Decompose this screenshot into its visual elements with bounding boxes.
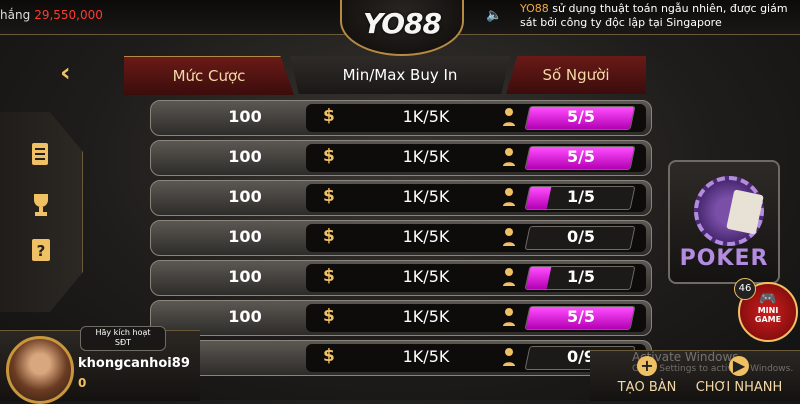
svg-text:?: ?	[37, 242, 46, 260]
person-icon	[503, 348, 515, 366]
activate-line-2: SĐT	[114, 338, 132, 347]
buyin-value: 1K/5K	[402, 187, 450, 206]
table-row[interactable]: 100 $1K/5K 1/5	[150, 180, 652, 216]
table-row[interactable]: 100 $1K/5K 5/5	[150, 140, 652, 176]
person-icon	[503, 308, 515, 326]
bet-value: 100	[228, 187, 262, 206]
trophy-icon[interactable]	[28, 192, 54, 220]
bet-value: 100	[228, 147, 262, 166]
notice-brand: YO88	[520, 2, 549, 15]
bet-value: 100	[228, 307, 262, 326]
quick-play-label: CHƠI NHANH	[695, 380, 783, 395]
players-count: 5/5	[566, 147, 596, 166]
dollar-icon: $	[323, 186, 335, 206]
create-table-button[interactable]: + TẠO BÀN	[612, 356, 682, 395]
document-icon[interactable]	[28, 142, 54, 170]
table-row[interactable]: $1K/5K 0/9	[150, 340, 652, 376]
table-row[interactable]: 100 $1K/5K 5/5	[150, 300, 652, 336]
sidebar: ?	[0, 112, 83, 312]
person-icon	[503, 188, 515, 206]
dollar-icon: $	[323, 226, 335, 246]
table-row[interactable]: 100 $1K/5K 5/5	[150, 100, 652, 136]
players-count: 1/5	[566, 187, 596, 206]
notice-body: sử dụng thuật toán ngẫu nhiên, được giám…	[520, 2, 788, 29]
dollar-icon: $	[323, 346, 335, 366]
dollar-icon: $	[323, 306, 335, 326]
players-count: 1/5	[566, 267, 596, 286]
create-table-label: TẠO BÀN	[617, 380, 677, 395]
mini-game-badge: 46	[734, 278, 756, 300]
dollar-icon: $	[323, 146, 335, 166]
speaker-icon[interactable]: 🔈	[486, 8, 502, 23]
logo-text: YO88	[362, 7, 442, 40]
players-count: 0/5	[566, 227, 596, 246]
buyin-value: 1K/5K	[402, 267, 450, 286]
header-buyin: Min/Max Buy In	[290, 56, 510, 94]
plus-icon: +	[637, 356, 657, 376]
bet-value: 100	[228, 267, 262, 286]
players-count: 5/5	[566, 107, 596, 126]
bet-value: 100	[228, 227, 262, 246]
play-icon: ▶	[729, 356, 749, 376]
players-count: 5/5	[566, 307, 596, 326]
activate-phone-button[interactable]: Hãy kích hoạt SĐT	[80, 326, 166, 351]
person-icon	[503, 108, 515, 126]
poker-game-card[interactable]: POKER	[668, 160, 780, 284]
help-icon[interactable]: ?	[28, 237, 54, 265]
header-bet: Mức Cược	[124, 56, 294, 95]
quick-play-button[interactable]: ▶ CHƠI NHANH	[694, 356, 784, 395]
dollar-icon: $	[323, 106, 335, 126]
balance: 0	[78, 376, 87, 390]
mini-game-label-1: MINI	[757, 306, 779, 315]
person-icon	[503, 228, 515, 246]
bet-value: 100	[228, 107, 262, 126]
logo: YO88	[340, 0, 464, 56]
buyin-value: 1K/5K	[402, 147, 450, 166]
back-chevron-icon[interactable]: ‹	[60, 58, 71, 88]
table-row[interactable]: 100 $1K/5K 0/5	[150, 220, 652, 256]
buyin-value: 1K/5K	[402, 347, 450, 366]
username: khongcanhoi89	[78, 356, 190, 371]
avatar[interactable]	[6, 336, 74, 404]
mini-game-label-2: GAME	[754, 315, 782, 324]
buyin-value: 1K/5K	[402, 307, 450, 326]
activate-line-1: Hãy kích hoạt	[95, 328, 151, 337]
buyin-value: 1K/5K	[402, 227, 450, 246]
poker-label: POKER	[679, 246, 769, 271]
jackpot-label: hắng	[0, 8, 31, 22]
dollar-icon: $	[323, 266, 335, 286]
person-icon	[503, 148, 515, 166]
jackpot-display: hắng 29,550,000	[0, 8, 103, 22]
header-players: Số Người	[506, 56, 646, 94]
notice-text: YO88 sử dụng thuật toán ngẫu nhiên, được…	[520, 2, 800, 30]
jackpot-amount: 29,550,000	[34, 8, 103, 22]
table-row[interactable]: 100 $1K/5K 1/5	[150, 260, 652, 296]
buyin-value: 1K/5K	[402, 107, 450, 126]
person-icon	[503, 268, 515, 286]
